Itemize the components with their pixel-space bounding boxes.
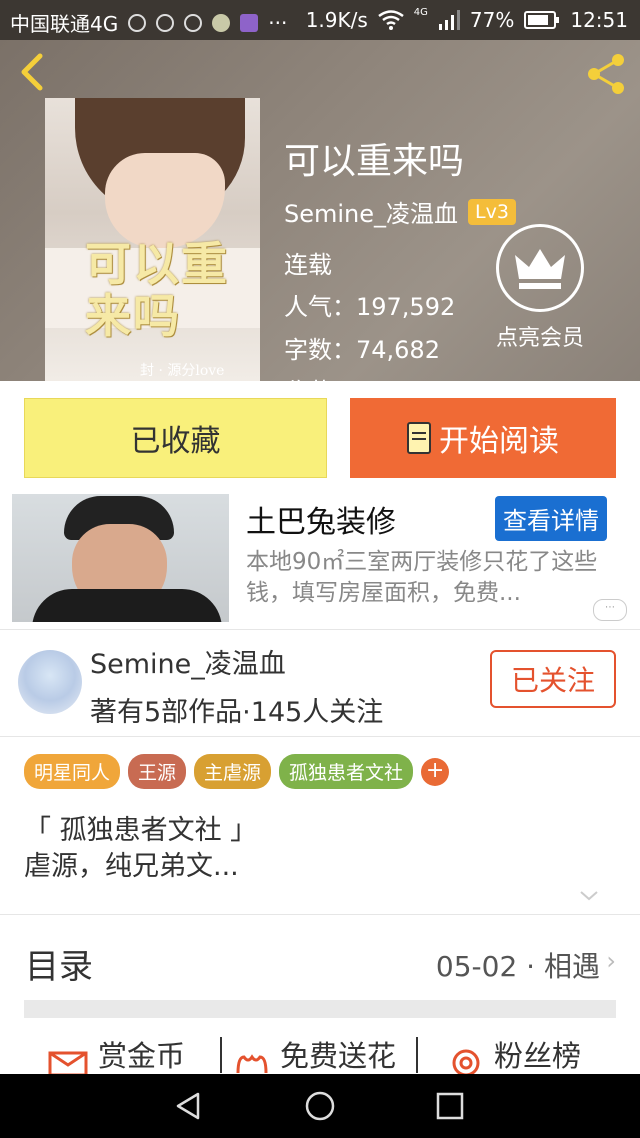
table-of-contents-row[interactable]: 目录 05-02 · 相遇 › [0, 915, 640, 1005]
view-details-button[interactable]: 查看详情 [495, 496, 607, 541]
content-sheet: 已收藏 开始阅读 土巴兔装修 查看详情 本地90㎡三室两厅装修只花了这些钱，填写… [0, 381, 640, 1075]
book-header: 可以重来吗 封 · 源分love 可以重来吗 Semine_凌温血 Lv3 连载… [0, 40, 640, 385]
reward-coins-button[interactable]: 赏金币 [98, 1033, 185, 1075]
network-type-label: 4G [413, 6, 428, 18]
divider [0, 629, 640, 630]
tag-list: 明星同人 王源 主虐源 孤独患者文社 + [24, 754, 450, 789]
popularity-stat: 人气：197,592 [284, 293, 456, 321]
notification-icon [128, 13, 147, 32]
author-card-name: Semine_凌温血 [90, 649, 286, 680]
chevron-right-icon: › [606, 947, 616, 975]
app-notification-icon [212, 13, 231, 32]
cover-title-art: 可以重来吗 [85, 237, 229, 343]
book-intro[interactable]: 「 孤独患者文社 」 虐源，纯兄弟文... [24, 813, 257, 885]
tag-chip[interactable]: 王源 [128, 754, 187, 789]
carrier-label: 中国联通4G [10, 12, 119, 36]
latest-chapter: 05-02 · 相遇 [435, 950, 600, 983]
nav-home-icon[interactable] [304, 1090, 336, 1122]
ad-description: 本地90㎡三室两厅装修只花了这些钱，填写房屋面积，免费... [246, 549, 598, 606]
gallery-notification-icon [240, 13, 259, 32]
share-button[interactable] [584, 52, 628, 96]
favorited-label: 已收藏 [130, 424, 221, 459]
cover-signature: 封 · 源分love [140, 363, 225, 379]
divider [220, 1037, 222, 1073]
system-nav-bar [0, 1074, 640, 1138]
tag-chip[interactable]: 明星同人 [24, 754, 121, 789]
add-tag-button[interactable]: + [421, 757, 450, 786]
avatar[interactable] [18, 650, 82, 714]
status-bar: 中国联通4G ··· 1.9K/s 4G 77% 12:51 [0, 0, 640, 40]
wifi-icon [378, 10, 404, 30]
share-icon [588, 54, 624, 94]
section-separator [24, 1000, 616, 1018]
member-label: 点亮会员 [495, 326, 584, 351]
chevron-left-icon [21, 53, 43, 91]
intro-line: 「 孤独患者文社 」 [24, 815, 258, 846]
divider [416, 1037, 418, 1073]
start-reading-label: 开始阅读 [439, 424, 559, 459]
divider [0, 736, 640, 737]
tag-chip[interactable]: 孤独患者文社 [279, 754, 414, 789]
book-cover[interactable]: 可以重来吗 封 · 源分love [45, 98, 260, 385]
network-speed: 1.9K/s [305, 8, 368, 32]
book-icon [407, 422, 431, 454]
ad-close-icon[interactable]: ⋯ [593, 599, 627, 621]
battery-percent: 77% [469, 8, 515, 32]
flower-icon [236, 1054, 268, 1074]
book-title: 可以重来吗 [284, 141, 465, 182]
signal-icon [438, 10, 460, 30]
nav-recents-icon[interactable] [434, 1090, 466, 1122]
more-notifications-icon: ··· [268, 10, 288, 35]
level-badge: Lv3 [468, 198, 516, 225]
start-reading-button[interactable]: 开始阅读 [350, 398, 616, 478]
notification-icon [184, 13, 203, 32]
intro-line: 虐源，纯兄弟文... [24, 851, 239, 882]
target-icon [452, 1049, 480, 1075]
fan-ranking-button[interactable]: 粉丝榜 [494, 1033, 581, 1075]
back-button[interactable] [14, 52, 54, 92]
nav-back-icon[interactable] [172, 1090, 204, 1122]
ad-banner[interactable]: 土巴兔装修 查看详情 本地90㎡三室两厅装修只花了这些钱，填写房屋面积，免费..… [0, 491, 640, 626]
favorited-button[interactable]: 已收藏 [24, 398, 327, 478]
free-flower-button[interactable]: 免费送花 [280, 1033, 396, 1075]
author-card-info: 著有5部作品·145人关注 [90, 697, 384, 728]
author-name[interactable]: Semine_凌温血 [284, 194, 458, 229]
crown-icon [515, 249, 565, 289]
member-button[interactable]: 点亮会员 [492, 224, 588, 352]
toc-label: 目录 [25, 947, 93, 987]
author-line: Semine_凌温血 Lv3 [284, 194, 516, 229]
serial-status: 连载 [284, 251, 332, 279]
ad-image[interactable] [12, 494, 229, 622]
author-card[interactable]: Semine_凌温血 著有5部作品·145人关注 已关注 [0, 636, 640, 736]
word-count-stat: 字数：74,682 [284, 336, 440, 364]
chevron-down-icon[interactable] [578, 886, 600, 906]
battery-icon [524, 11, 560, 29]
tag-chip[interactable]: 主虐源 [194, 754, 272, 789]
notification-icon [156, 13, 175, 32]
action-row: 赏金币 免费送花 粉丝榜 [0, 1029, 640, 1075]
clock: 12:51 [570, 8, 628, 32]
envelope-icon [48, 1051, 88, 1075]
followed-button[interactable]: 已关注 [490, 650, 616, 708]
ad-title: 土巴兔装修 [246, 505, 396, 540]
